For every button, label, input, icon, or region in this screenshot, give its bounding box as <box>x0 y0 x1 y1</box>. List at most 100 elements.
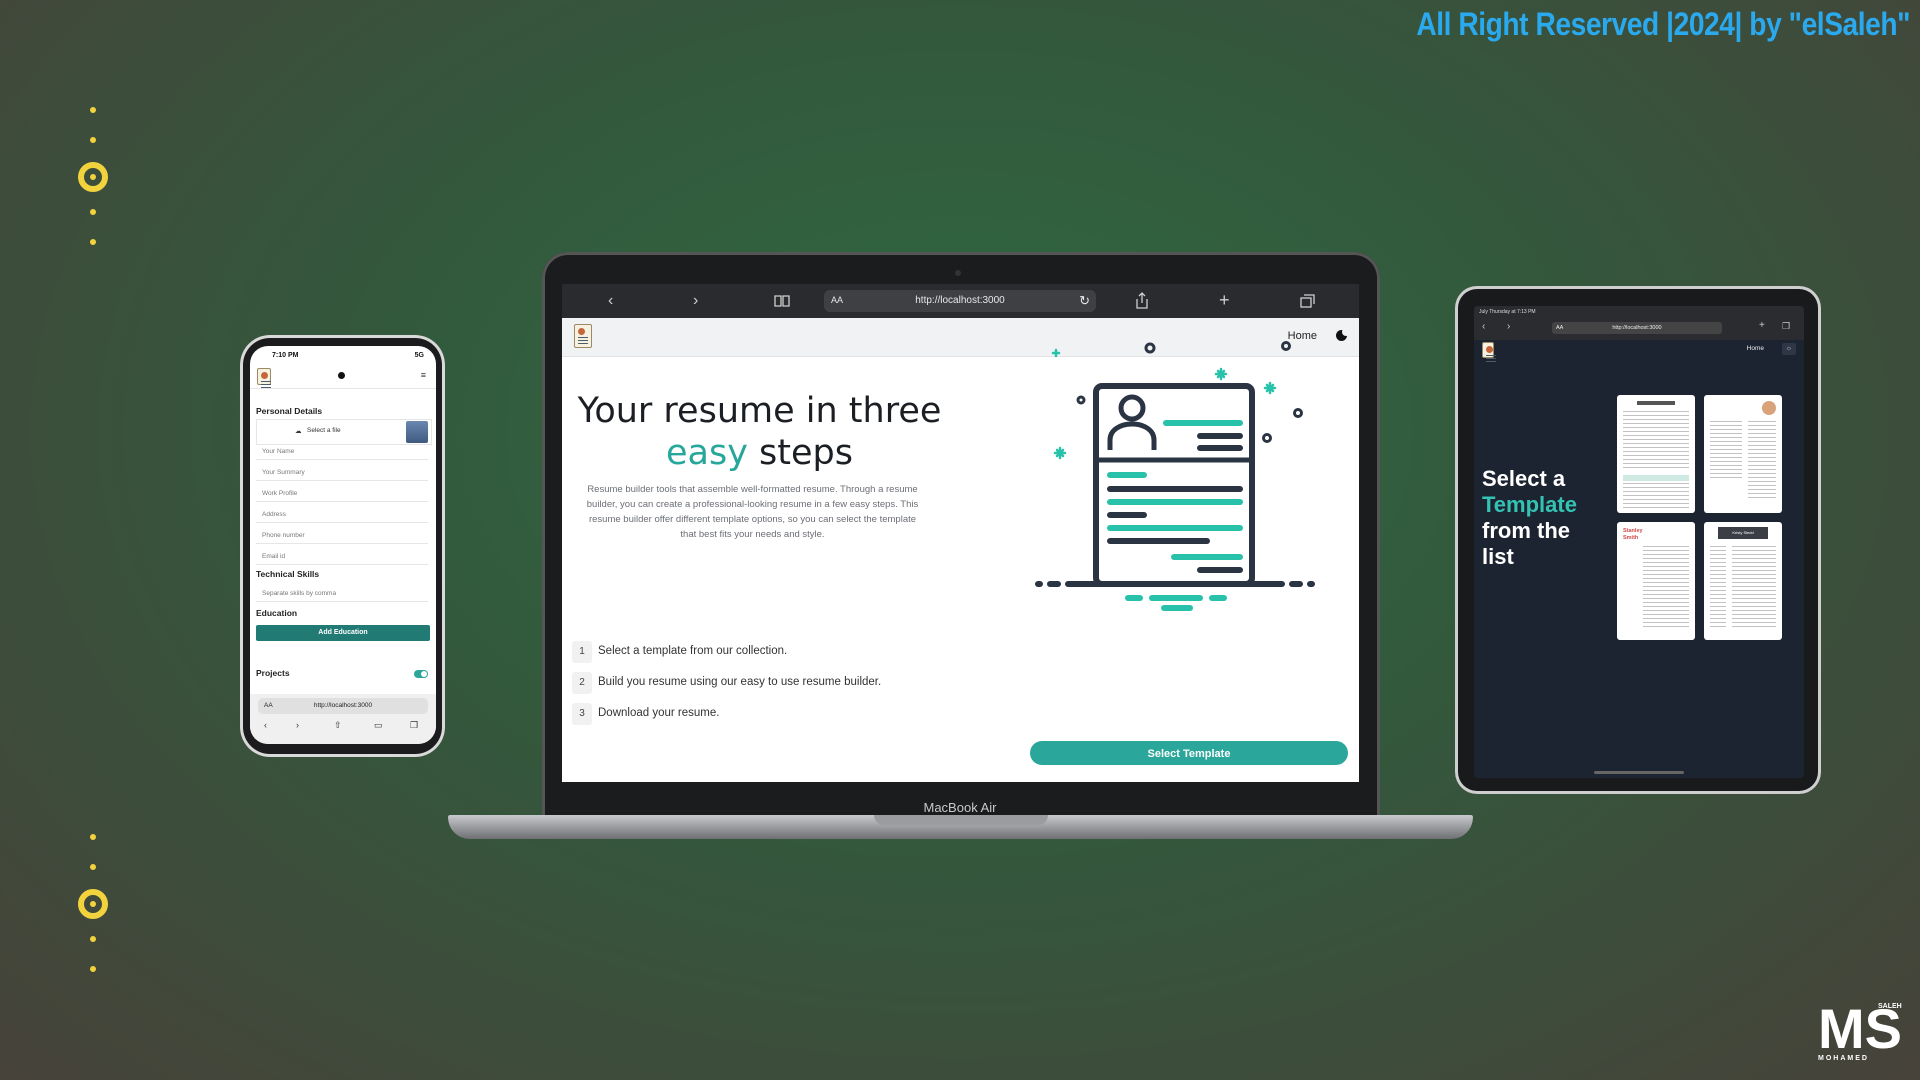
template-card[interactable] <box>1617 395 1695 513</box>
bookmarks-icon[interactable]: ▭ <box>374 720 383 731</box>
avatar <box>406 421 428 443</box>
add-education-button[interactable]: Add Education <box>256 625 430 641</box>
summary-field[interactable]: Your Summary <box>256 465 428 481</box>
bullet-ring <box>78 162 108 192</box>
new-tab-icon[interactable]: + <box>1759 320 1765 331</box>
bullet-dot <box>90 137 96 143</box>
template-card[interactable]: Kristy Sledd <box>1704 522 1782 640</box>
url-text: http://localhost:3000 <box>915 295 1005 306</box>
forward-icon[interactable]: › <box>296 720 299 730</box>
email-field[interactable]: Email id <box>256 549 428 565</box>
back-icon[interactable]: ‹ <box>264 720 267 730</box>
bullet-ring <box>78 889 108 919</box>
reload-icon[interactable]: ↻ <box>1079 293 1090 309</box>
hamburger-menu-icon[interactable]: ≡ <box>421 370 426 380</box>
tablet-navbar: Home ☼ <box>1474 340 1804 363</box>
template-lines <box>1748 421 1776 501</box>
bullet-dot <box>90 239 96 245</box>
phone-reader-aa[interactable]: AA <box>264 698 273 714</box>
template-lines <box>1732 546 1776 630</box>
address-field[interactable]: Address <box>256 507 428 523</box>
phone-signal: 5G <box>414 352 424 359</box>
bookmarks-icon[interactable] <box>774 294 790 307</box>
cloud-upload-icon: ☁ <box>295 428 302 435</box>
back-icon[interactable]: ‹ <box>1482 321 1485 332</box>
phone-status-bar: 7:10 PM 5G <box>250 346 436 364</box>
share-icon[interactable]: ⇧ <box>334 720 342 731</box>
hero-title-line1: Your resume in three <box>577 391 942 431</box>
home-indicator <box>1594 771 1684 774</box>
tablet-address-bar[interactable]: AA http://localhost:3000 <box>1552 322 1722 334</box>
step-item: 3 Download your resume. <box>572 703 719 727</box>
tabs-icon[interactable]: ❐ <box>1782 321 1790 332</box>
skills-field[interactable]: Separate skills by comma <box>256 586 428 602</box>
device-label: MacBook Air <box>923 800 997 815</box>
new-tab-icon[interactable]: + <box>1219 290 1230 311</box>
ms-logo: MS SALEH MOHAMED <box>1818 997 1902 1062</box>
step-item: 1 Select a template from our collection. <box>572 641 787 665</box>
name-field[interactable]: Your Name <box>256 444 428 460</box>
phone-number-field[interactable]: Phone number <box>256 528 428 544</box>
template-card[interactable]: Stanley Smith <box>1617 522 1695 640</box>
title-line: from the <box>1482 518 1570 543</box>
select-file-label: Select a file <box>307 427 341 434</box>
tabs-icon[interactable] <box>1300 294 1315 308</box>
projects-toggle[interactable] <box>414 670 428 678</box>
bullet-dot <box>90 209 96 215</box>
resume-logo-icon[interactable] <box>257 368 271 389</box>
share-icon[interactable] <box>1135 292 1149 309</box>
template-name: Kristy Sledd <box>1718 527 1768 539</box>
file-picker[interactable]: ☁ Select a file <box>256 419 432 445</box>
tablet-status: July Thursday at 7:13 PM <box>1479 309 1536 315</box>
resume-logo-icon[interactable] <box>1482 342 1496 363</box>
phone-url-text: http://localhost:3000 <box>313 702 373 709</box>
bullet-dot <box>90 966 96 972</box>
back-icon[interactable]: ‹ <box>608 292 613 310</box>
projects-heading: Projects <box>256 668 290 678</box>
tabs-icon[interactable]: ❐ <box>410 720 418 731</box>
step-text: Select a template from our collection. <box>598 645 788 657</box>
dark-mode-toggle-icon[interactable] <box>1336 328 1350 341</box>
copyright-text: All Right Reserved |2024| by "elSaleh" <box>1416 6 1910 42</box>
step-item: 2 Build you resume using our easy to use … <box>572 672 881 696</box>
hero-title-rest: steps <box>747 433 853 473</box>
moon-icon[interactable] <box>338 372 345 379</box>
phone-browser-bar: AA http://localhost:3000 ‹ › ⇧ ▭ ❐ <box>250 694 436 744</box>
address-bar[interactable]: AA http://localhost:3000 ↻ <box>824 290 1096 312</box>
step-number: 2 <box>572 672 592 694</box>
template-lines <box>1710 421 1742 481</box>
phone-navbar: ≡ <box>250 366 436 389</box>
tablet-reader-aa[interactable]: AA <box>1556 322 1563 334</box>
step-text: Build you resume using our easy to use r… <box>598 676 882 688</box>
bullet-dot <box>90 864 96 870</box>
browser-toolbar: ‹ › AA http://localhost:3000 ↻ + <box>562 284 1359 318</box>
select-template-button[interactable]: Select Template <box>1030 741 1348 765</box>
phone-screen: 7:10 PM 5G ≡ Personal Details ☁ Select a… <box>250 346 436 744</box>
template-card[interactable] <box>1704 395 1782 513</box>
resume-logo-icon[interactable] <box>574 324 592 348</box>
template-photo <box>1762 401 1776 415</box>
resume-illustration <box>1035 341 1315 611</box>
bullet-dot <box>90 936 96 942</box>
nav-home-link[interactable]: Home <box>1747 345 1764 352</box>
forward-icon[interactable]: › <box>693 292 698 310</box>
tablet-screen: July Thursday at 7:13 PM ‹ › AA http://l… <box>1474 306 1804 778</box>
template-band <box>1623 475 1689 481</box>
template-lines <box>1623 411 1689 471</box>
sun-icon[interactable]: ☼ <box>1782 343 1796 355</box>
hero-title-accent: easy <box>665 433 748 473</box>
logo-top-text: SALEH <box>1878 1003 1902 1010</box>
title-line: list <box>1482 544 1514 569</box>
template-lines <box>1710 546 1726 630</box>
logo-bottom-text: MOHAMED <box>1818 1055 1869 1062</box>
template-name: Stanley Smith <box>1623 528 1643 541</box>
phone-address-bar[interactable]: AA http://localhost:3000 <box>258 698 428 714</box>
personal-details-heading: Personal Details <box>256 406 323 416</box>
tablet-url-text: http://localhost:3000 <box>1612 325 1662 331</box>
step-number: 3 <box>572 703 592 725</box>
template-header <box>1637 401 1675 405</box>
forward-icon[interactable]: › <box>1507 321 1510 332</box>
work-profile-field[interactable]: Work Profile <box>256 486 428 502</box>
laptop-screen: ‹ › AA http://localhost:3000 ↻ + Home Yo… <box>562 284 1359 782</box>
hero-title-line2: easy steps <box>567 432 952 474</box>
